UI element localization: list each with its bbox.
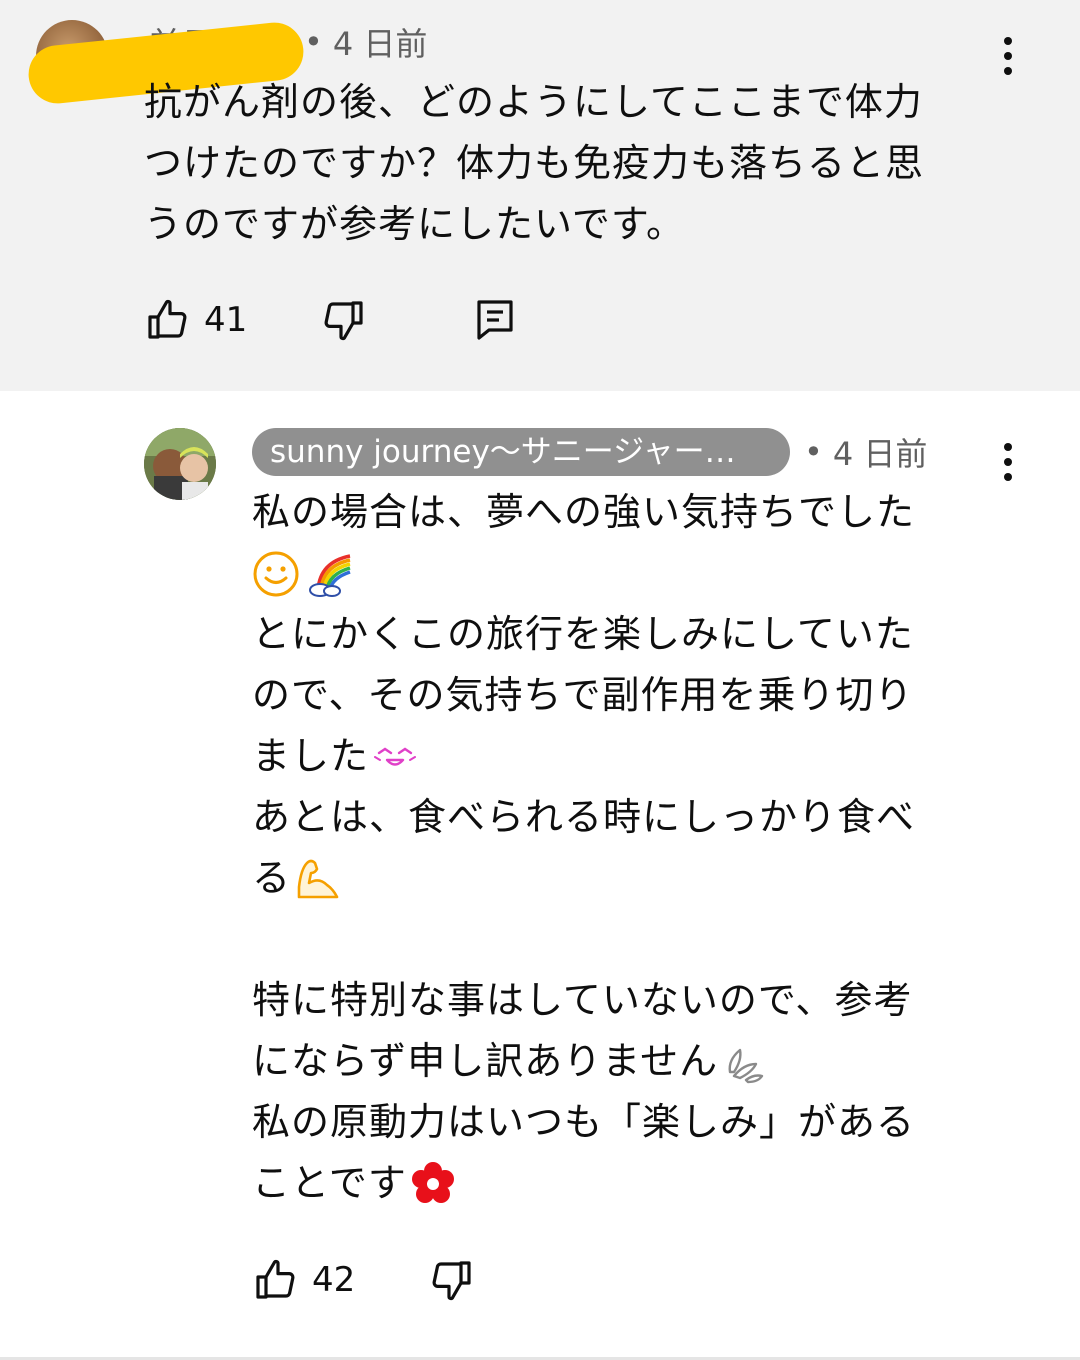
sweat-droplets-icon xyxy=(728,1048,764,1083)
thumbs-down-icon xyxy=(432,1261,471,1301)
more-vert-icon[interactable] xyxy=(988,432,1028,492)
reply-line xyxy=(252,909,992,970)
like-button[interactable]: 42 xyxy=(252,1256,355,1304)
reply-button[interactable] xyxy=(475,298,515,342)
thumbs-up-icon xyxy=(256,1259,295,1299)
dislike-button[interactable] xyxy=(427,1256,475,1304)
like-count: 41 xyxy=(204,300,248,340)
comment-text: 抗がん剤の後、どのようにしてここまで体力 つけたのですか？体力も免疫力も落ちると… xyxy=(144,72,1004,255)
thumbs-down-icon xyxy=(324,301,363,341)
parent-comment: 前田勇樹 • 4 日前 抗がん剤の後、どのようにしてここまで体力 つけたのですか… xyxy=(0,0,1080,391)
separator-dot: • xyxy=(804,433,823,471)
timestamp[interactable]: 4 日前 xyxy=(833,429,928,475)
avatar-photo xyxy=(144,428,216,500)
rainbow-icon xyxy=(309,553,351,597)
reply-line: ので、その気持ちで副作用を乗り切り xyxy=(252,673,914,717)
comment-thread: 前田勇樹 • 4 日前 抗がん剤の後、どのようにしてここまで体力 つけたのですか… xyxy=(0,0,1080,1360)
reply-emoji-line: る xyxy=(252,848,992,909)
comment-actions: 41 xyxy=(144,296,515,344)
reply-line: る xyxy=(252,856,292,900)
flexed-biceps-icon xyxy=(297,859,339,898)
avatar[interactable] xyxy=(144,428,216,500)
reply-line: とにかくこの旅行を楽しみにしていた xyxy=(252,612,914,656)
laughing-face-icon xyxy=(374,747,417,766)
thumbs-up-icon xyxy=(148,299,187,339)
comment-line: つけたのですか？体力も免疫力も落ちると思 xyxy=(144,141,925,185)
reply-line: 私の場合は、夢への強い気持ちでした xyxy=(252,490,916,534)
reply-actions: 42 xyxy=(252,1256,475,1304)
reply-line: 特に特別な事はしていないので、参考 xyxy=(252,978,913,1022)
comment-icon xyxy=(477,300,513,340)
comment-line: うのですが参考にしたいです。 xyxy=(144,202,686,246)
comment-line: 抗がん剤の後、どのようにしてここまで体力 xyxy=(144,80,923,124)
reply-line: あとは、食べられる時にしっかり食べ xyxy=(252,795,916,839)
reply-meta: sunny journey〜サニージャー… • 4 日前 xyxy=(252,428,927,476)
reply-emoji-line xyxy=(252,543,992,604)
reply-line: 私の原動力はいつも「楽しみ」がある xyxy=(252,1100,916,1144)
reply-emoji-line: にならず申し訳ありません xyxy=(252,1031,992,1092)
reply-line: にならず申し訳ありません xyxy=(252,1039,719,1083)
timestamp[interactable]: 4 日前 xyxy=(333,19,428,65)
reply-emoji-line: ました xyxy=(252,726,992,787)
channel-name-chip[interactable]: sunny journey〜サニージャー… xyxy=(252,428,790,476)
reply-line: ました xyxy=(252,734,370,778)
dislike-button[interactable] xyxy=(319,296,367,344)
like-count: 42 xyxy=(312,1260,356,1300)
reply-line: ことです xyxy=(252,1161,407,1205)
smiley-face-icon xyxy=(253,551,299,596)
separator-dot: • xyxy=(304,23,323,61)
flower-icon xyxy=(411,1161,454,1203)
like-button[interactable]: 41 xyxy=(144,296,247,344)
reply-text: 私の場合は、夢への強い気持ちでした とにかくこの旅行を楽しみにしていた ので、そ… xyxy=(252,482,992,1214)
reply-emoji-line: ことです xyxy=(252,1153,992,1214)
